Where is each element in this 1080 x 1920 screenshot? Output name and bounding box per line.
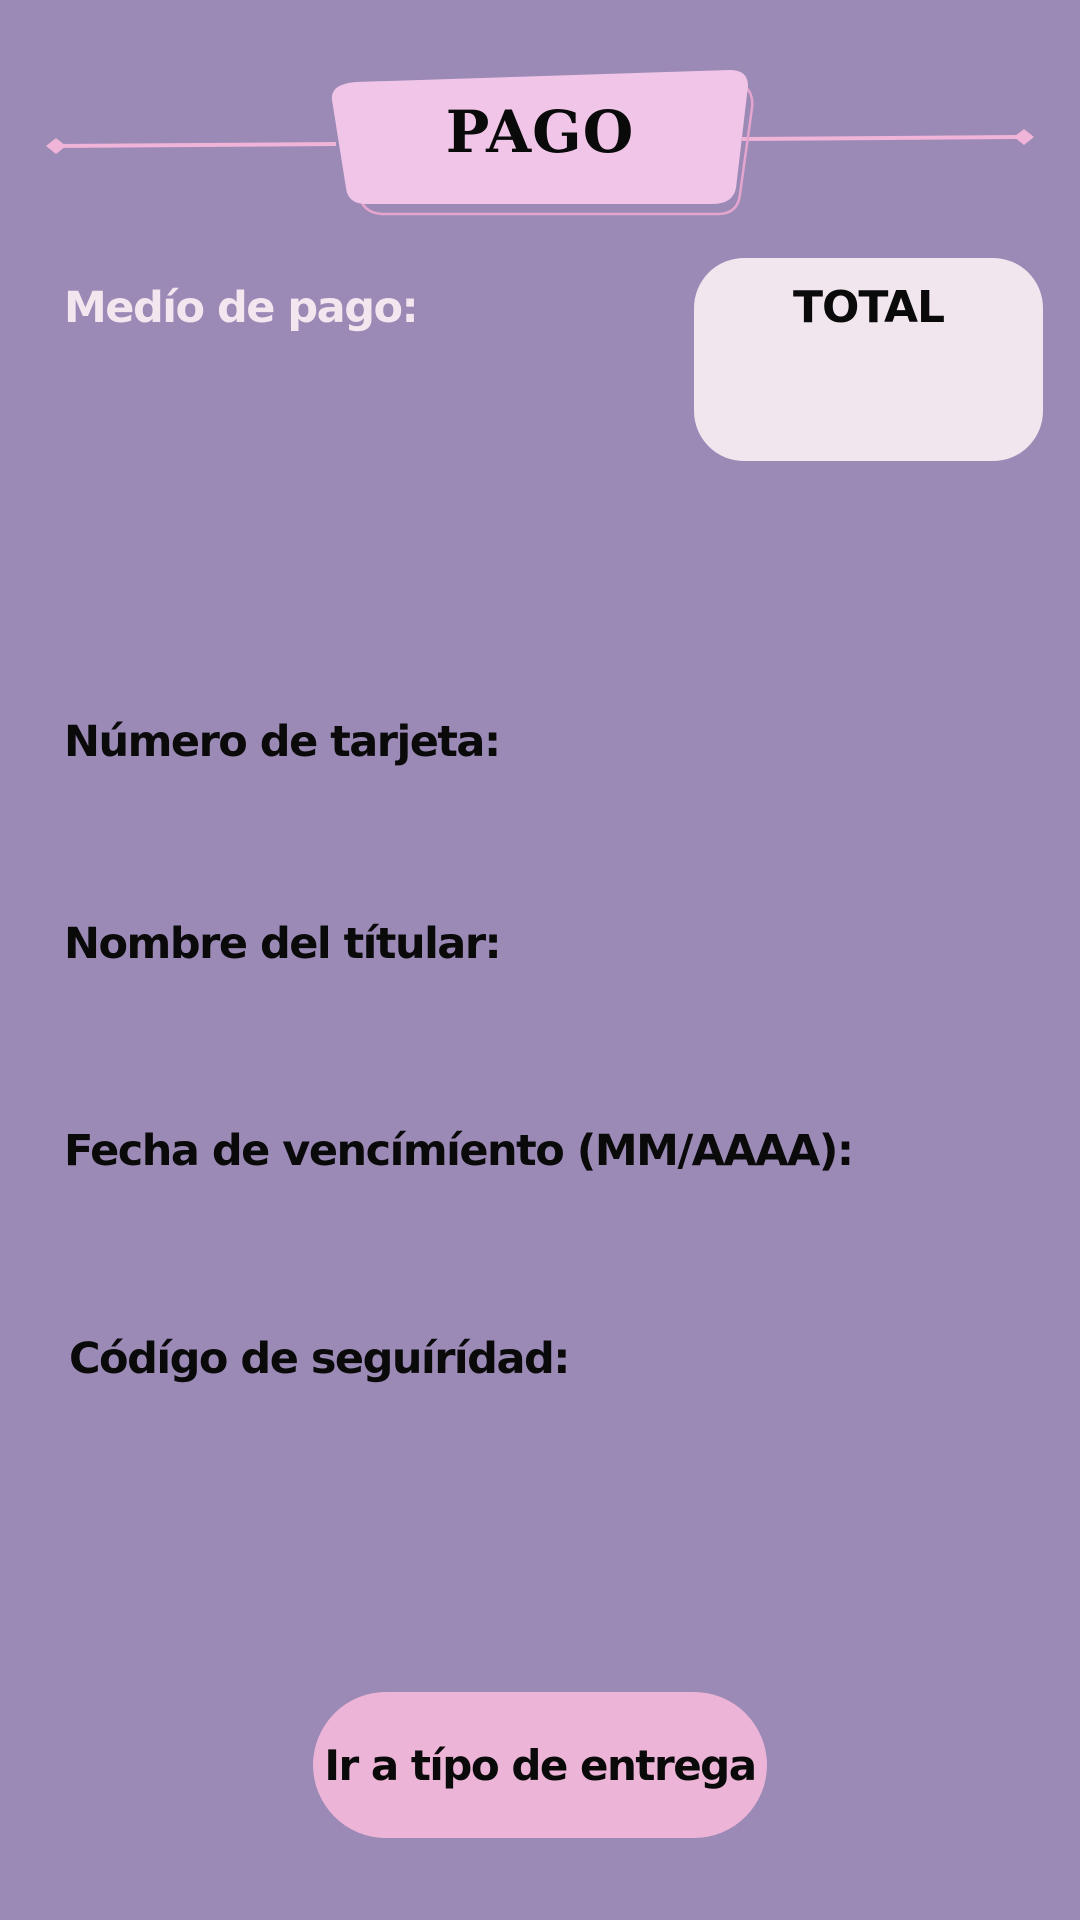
diamond-left-icon bbox=[46, 138, 66, 154]
expiry-date-label: Fecha de vencímíento (MM/AAAA): bbox=[64, 1126, 854, 1176]
security-code-label: Códígo de seguírídad: bbox=[69, 1334, 570, 1384]
holder-name-label: Nombre del títular: bbox=[64, 919, 502, 969]
total-label: TOTAL bbox=[792, 282, 945, 333]
holder-name-input[interactable] bbox=[64, 987, 1018, 1059]
header-line-right bbox=[741, 135, 1023, 141]
card-number-label: Número de tarjeta: bbox=[64, 717, 501, 767]
total-box: TOTAL bbox=[694, 258, 1043, 461]
card-number-input[interactable] bbox=[64, 785, 1018, 857]
payment-method-label: Medío de pago: bbox=[64, 283, 419, 333]
expiry-date-input[interactable] bbox=[64, 1194, 1018, 1266]
page-title: PAGO bbox=[445, 98, 635, 166]
security-code-input[interactable] bbox=[69, 1402, 1018, 1474]
header-line-left bbox=[55, 142, 337, 148]
diamond-right-icon bbox=[1014, 129, 1034, 145]
go-to-delivery-button[interactable]: Ir a típo de entrega bbox=[313, 1692, 767, 1838]
